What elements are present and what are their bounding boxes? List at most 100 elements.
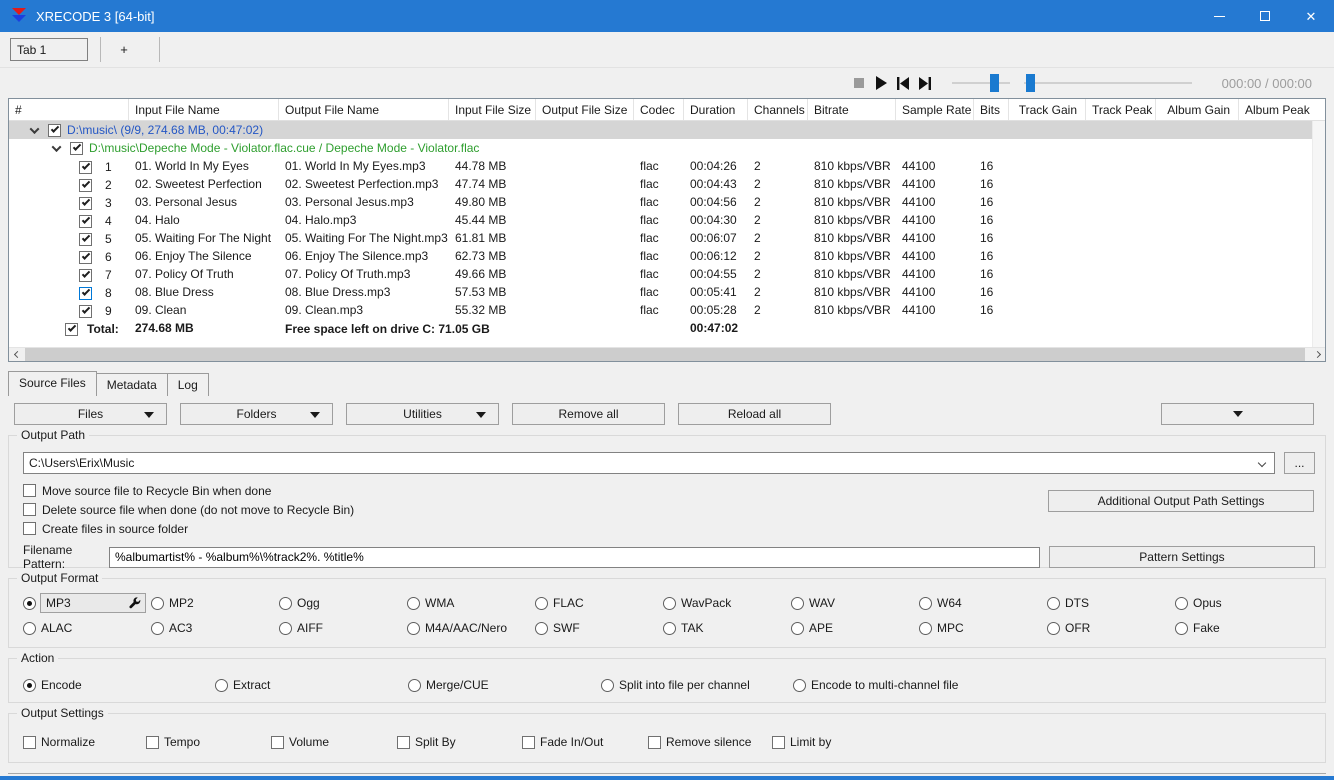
format-option-aiff[interactable]: AIFF <box>279 618 407 638</box>
split-by-checkbox[interactable] <box>397 735 410 749</box>
filename-pattern-input[interactable] <box>109 546 1040 568</box>
total-checkbox[interactable] <box>65 322 78 336</box>
recycle-bin-checkbox[interactable] <box>23 484 36 497</box>
tab-metadata[interactable]: Metadata <box>95 373 168 396</box>
split-per-channel-radio[interactable] <box>601 678 614 692</box>
horizontal-scroll-thumb[interactable] <box>25 348 1305 361</box>
group-checkbox[interactable] <box>70 141 83 155</box>
chevron-down-icon[interactable] <box>1257 458 1267 468</box>
col-header-input-size[interactable]: Input File Size <box>449 99 536 120</box>
format-option-wav[interactable]: WAV <box>791 593 919 613</box>
encode-radio[interactable] <box>23 678 36 692</box>
col-header-codec[interactable]: Codec <box>634 99 684 120</box>
tak-radio[interactable] <box>663 621 676 635</box>
setting-limit-by[interactable]: Limit by <box>772 732 1315 752</box>
action-option-encode[interactable]: Encode <box>23 675 215 695</box>
format-option-flac[interactable]: FLAC <box>535 593 663 613</box>
format-option-tak[interactable]: TAK <box>663 618 791 638</box>
wrench-icon[interactable] <box>128 596 141 610</box>
tab-1[interactable]: Tab 1 <box>10 38 88 61</box>
action-option-multi-channel[interactable]: Encode to multi-channel file <box>793 675 1315 695</box>
stop-button[interactable] <box>848 73 870 93</box>
setting-remove-silence[interactable]: Remove silence <box>648 732 772 752</box>
fake-radio[interactable] <box>1175 621 1188 635</box>
play-button[interactable] <box>870 73 892 93</box>
format-option-ape[interactable]: APE <box>791 618 919 638</box>
files-button[interactable]: Files <box>14 403 167 425</box>
format-option-alac[interactable]: ALAC <box>23 618 151 638</box>
col-header-output-name[interactable]: Output File Name <box>279 99 449 120</box>
cue-group-row[interactable]: D:\music\Depeche Mode - Violator.flac.cu… <box>9 139 1325 157</box>
setting-tempo[interactable]: Tempo <box>146 732 271 752</box>
swf-radio[interactable] <box>535 621 548 635</box>
format-option-mp2[interactable]: MP2 <box>151 593 279 613</box>
table-row[interactable]: 6 06. Enjoy The Silence 06. Enjoy The Si… <box>9 247 1325 265</box>
action-option-split-per-channel[interactable]: Split into file per channel <box>601 675 793 695</box>
format-option-fake[interactable]: Fake <box>1175 618 1315 638</box>
horizontal-scrollbar[interactable] <box>9 347 1325 361</box>
volume-slider[interactable] <box>951 74 1010 92</box>
minimize-button[interactable] <box>1196 0 1242 32</box>
format-option-wavpack[interactable]: WavPack <box>663 593 791 613</box>
format-option-ofr[interactable]: OFR <box>1047 618 1175 638</box>
format-option-ogg[interactable]: Ogg <box>279 593 407 613</box>
col-header-output-size[interactable]: Output File Size <box>536 99 634 120</box>
scroll-left-button[interactable] <box>9 348 25 362</box>
col-header-bits[interactable]: Bits <box>974 99 1009 120</box>
table-row[interactable]: 8 08. Blue Dress 08. Blue Dress.mp3 57.5… <box>9 283 1325 301</box>
wav-radio[interactable] <box>791 596 804 610</box>
row-checkbox[interactable] <box>79 232 92 246</box>
table-row[interactable]: 7 07. Policy Of Truth 07. Policy Of Trut… <box>9 265 1325 283</box>
add-tab-button[interactable]: + <box>101 38 147 61</box>
alac-radio[interactable] <box>23 621 36 635</box>
wavpack-radio[interactable] <box>663 596 676 610</box>
table-row[interactable]: 5 05. Waiting For The Night 05. Waiting … <box>9 229 1325 247</box>
setting-normalize[interactable]: Normalize <box>23 732 146 752</box>
w64-radio[interactable] <box>919 596 932 610</box>
limit-by-checkbox[interactable] <box>772 735 785 749</box>
mp2-radio[interactable] <box>151 596 164 610</box>
mpc-radio[interactable] <box>919 621 932 635</box>
mp3-radio[interactable] <box>23 596 36 610</box>
row-checkbox[interactable] <box>79 214 92 228</box>
utilities-button[interactable]: Utilities <box>346 403 499 425</box>
format-option-w64[interactable]: W64 <box>919 593 1047 613</box>
format-option-m4a[interactable]: M4A/AAC/Nero <box>407 618 535 638</box>
tab-log[interactable]: Log <box>166 373 209 396</box>
setting-split-by[interactable]: Split By <box>397 732 522 752</box>
wma-radio[interactable] <box>407 596 420 610</box>
table-row[interactable]: 2 02. Sweetest Perfection 02. Sweetest P… <box>9 175 1325 193</box>
additional-output-path-settings-button[interactable]: Additional Output Path Settings <box>1048 490 1314 512</box>
more-options-button[interactable] <box>1161 403 1314 425</box>
row-checkbox[interactable] <box>79 250 92 264</box>
opus-radio[interactable] <box>1175 596 1188 610</box>
col-header-duration[interactable]: Duration <box>684 99 748 120</box>
format-option-mpc[interactable]: MPC <box>919 618 1047 638</box>
volume-checkbox[interactable] <box>271 735 284 749</box>
multi-channel-radio[interactable] <box>793 678 806 692</box>
collapse-chevron-icon[interactable] <box>51 141 62 152</box>
scroll-right-button[interactable] <box>1309 348 1325 362</box>
reload-all-button[interactable]: Reload all <box>678 403 831 425</box>
group-checkbox[interactable] <box>48 123 61 137</box>
format-option-mp3[interactable]: MP3 <box>23 593 151 613</box>
col-header-channels[interactable]: Channels <box>748 99 808 120</box>
col-header-num[interactable]: # <box>9 99 129 120</box>
create-in-source-checkbox[interactable] <box>23 522 36 535</box>
close-button[interactable]: ✕ <box>1288 0 1334 32</box>
browse-button[interactable]: ... <box>1284 452 1315 474</box>
format-option-wma[interactable]: WMA <box>407 593 535 613</box>
col-header-sample-rate[interactable]: Sample Rate <box>896 99 974 120</box>
col-header-track-peak[interactable]: Track Peak <box>1086 99 1156 120</box>
create-in-source-option[interactable]: Create files in source folder <box>23 519 1315 538</box>
pattern-settings-button[interactable]: Pattern Settings <box>1049 546 1315 568</box>
action-option-merge-cue[interactable]: Merge/CUE <box>408 675 601 695</box>
tab-source-files[interactable]: Source Files <box>8 371 97 396</box>
fade-checkbox[interactable] <box>522 735 535 749</box>
row-checkbox[interactable] <box>79 178 92 192</box>
position-slider-thumb[interactable] <box>1025 74 1035 92</box>
ofr-radio[interactable] <box>1047 621 1060 635</box>
remove-all-button[interactable]: Remove all <box>512 403 665 425</box>
next-track-button[interactable] <box>914 73 936 93</box>
output-path-combo[interactable]: C:\Users\Erix\Music <box>23 452 1275 474</box>
